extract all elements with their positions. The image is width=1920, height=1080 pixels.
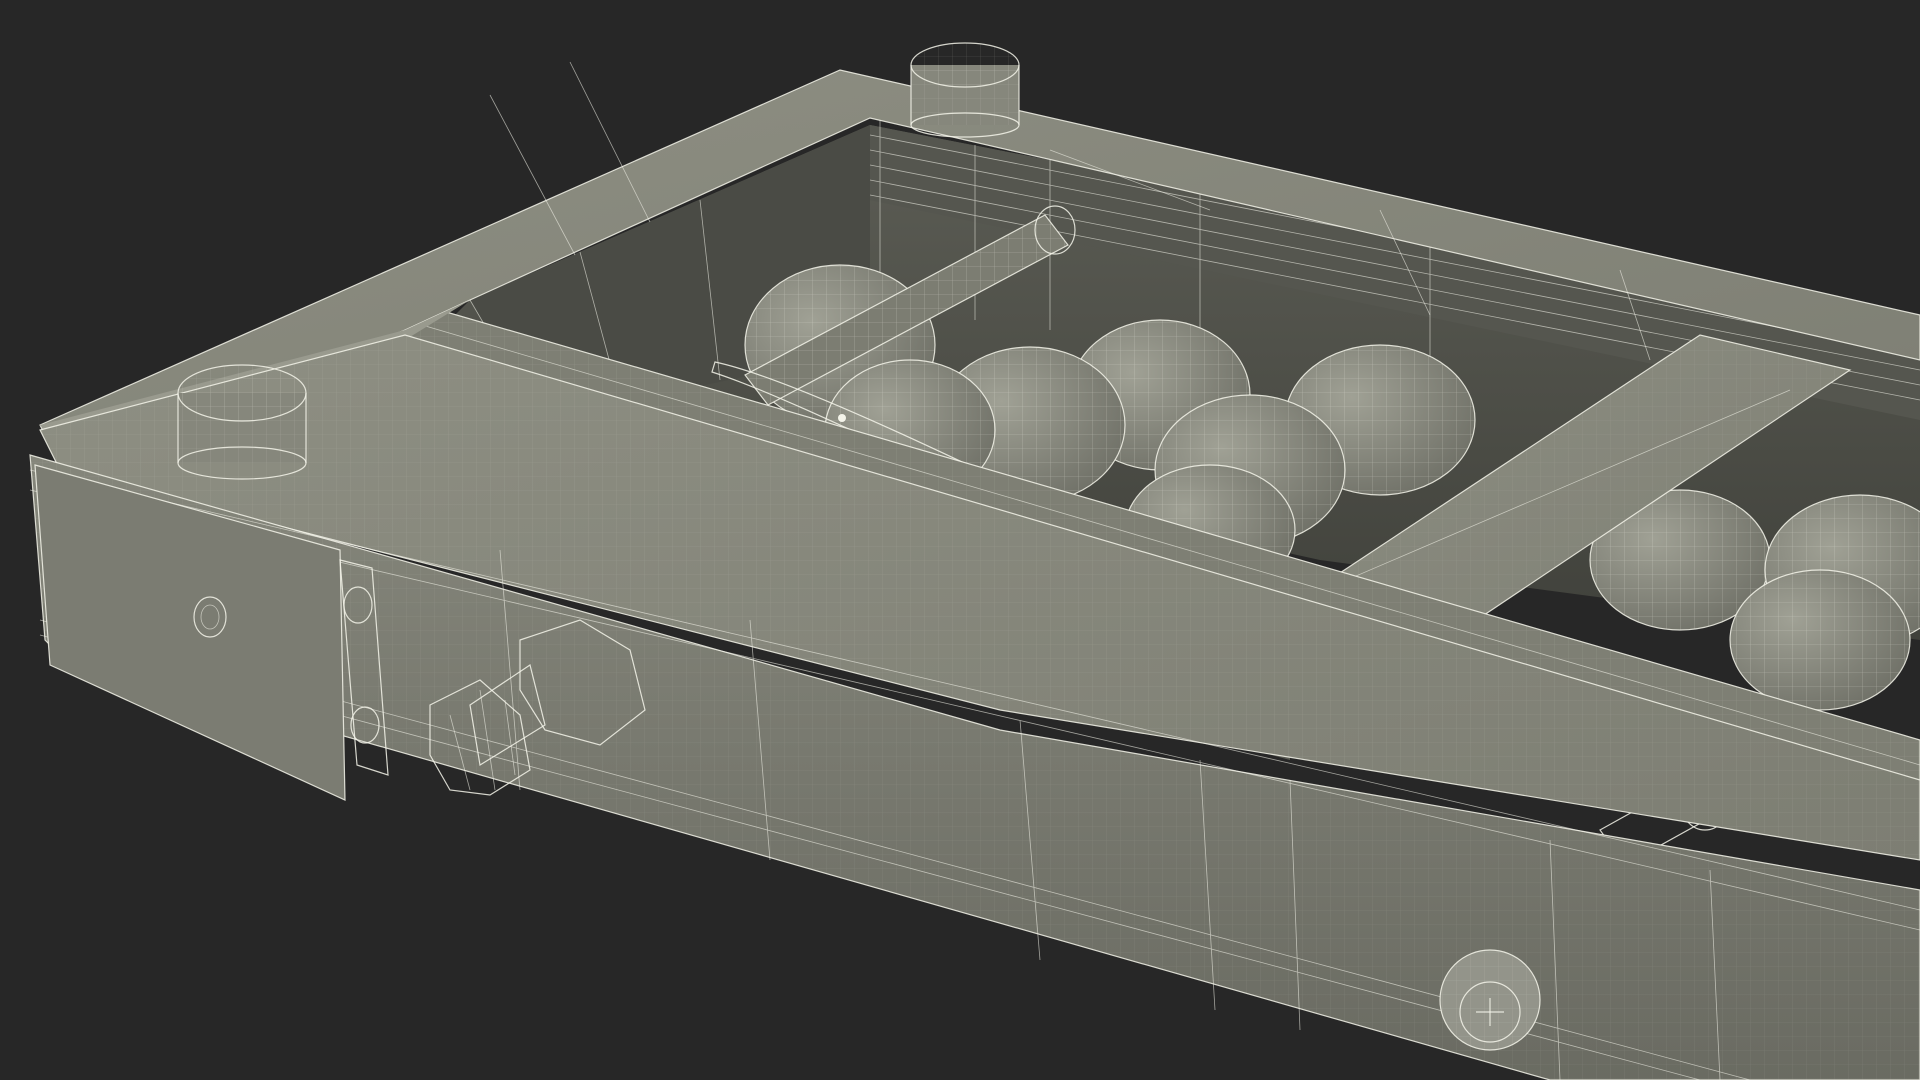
round-screw [1439,949,1541,1051]
corner-post [910,42,1020,138]
render-viewport [0,0,1920,1080]
auger-disc [1729,569,1911,711]
corner-post [177,364,307,480]
wireframe-model-render [29,42,1920,1080]
